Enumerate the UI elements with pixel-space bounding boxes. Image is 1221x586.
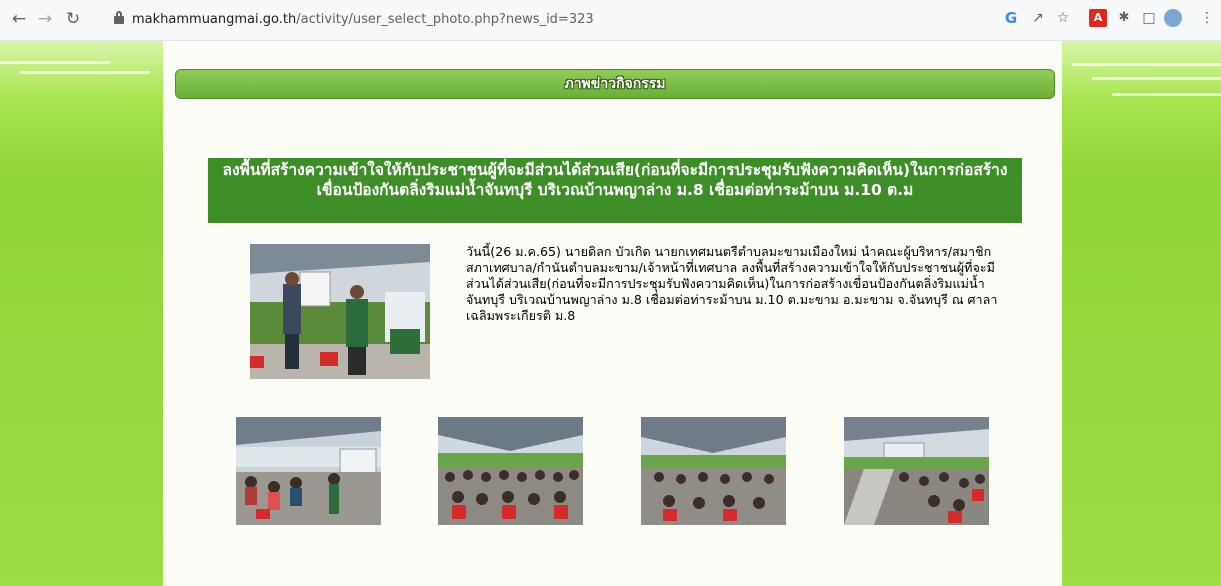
decor-stripe [1072,63,1221,66]
back-icon[interactable]: ← [8,8,30,30]
url-path: /activity/user_select_photo.php?news_id=… [296,12,594,27]
content-panel: ภาพข่าวกิจกรรม ลงพื้นที่สร้างความเข้าใจใ… [163,41,1062,586]
share-icon[interactable]: ↗ [1029,9,1047,27]
gallery-thumbnail[interactable] [438,417,583,525]
decor-stripe [0,61,110,64]
gallery-thumbnail[interactable] [844,417,989,525]
address-bar[interactable]: makhammuangmai.go.th/activity/user_selec… [104,8,1144,32]
profile-avatar-icon[interactable] [1164,9,1182,27]
decor-stripe [20,71,150,74]
browser-toolbar: ← → ↻ makhammuangmai.go.th/activity/user… [0,0,1221,41]
main-news-photo[interactable] [250,244,430,379]
url-text[interactable]: makhammuangmai.go.th/activity/user_selec… [132,12,594,27]
pdf-extension-icon[interactable]: A [1089,9,1107,27]
gallery-thumbnail[interactable] [236,417,381,525]
right-decorative-border [1062,41,1221,586]
forward-icon[interactable]: → [34,8,56,30]
side-panel-icon[interactable]: □ [1140,9,1158,27]
puzzle-extension-icon[interactable]: ✱ [1115,9,1133,27]
decor-stripe [1112,93,1221,96]
lock-icon[interactable] [114,11,124,24]
reload-icon[interactable]: ↻ [62,8,84,30]
section-header: ภาพข่าวกิจกรรม [175,69,1055,99]
news-title: ลงพื้นที่สร้างความเข้าใจให้กับประชาชนผู้… [208,158,1022,223]
left-decorative-border [0,41,163,586]
star-icon[interactable]: ☆ [1054,9,1072,27]
news-body-text: วันนี้(26 ม.ค.65) นายดิลก บัวเกิด นายกเท… [466,244,998,323]
url-domain: makhammuangmai.go.th [132,12,297,27]
decor-stripe [1092,77,1221,80]
google-icon[interactable]: G [1002,9,1020,27]
web-page: ภาพข่าวกิจกรรม ลงพื้นที่สร้างความเข้าใจใ… [0,41,1221,586]
gallery-thumbnail[interactable] [641,417,786,525]
more-menu-icon[interactable]: ⋮ [1200,9,1214,27]
